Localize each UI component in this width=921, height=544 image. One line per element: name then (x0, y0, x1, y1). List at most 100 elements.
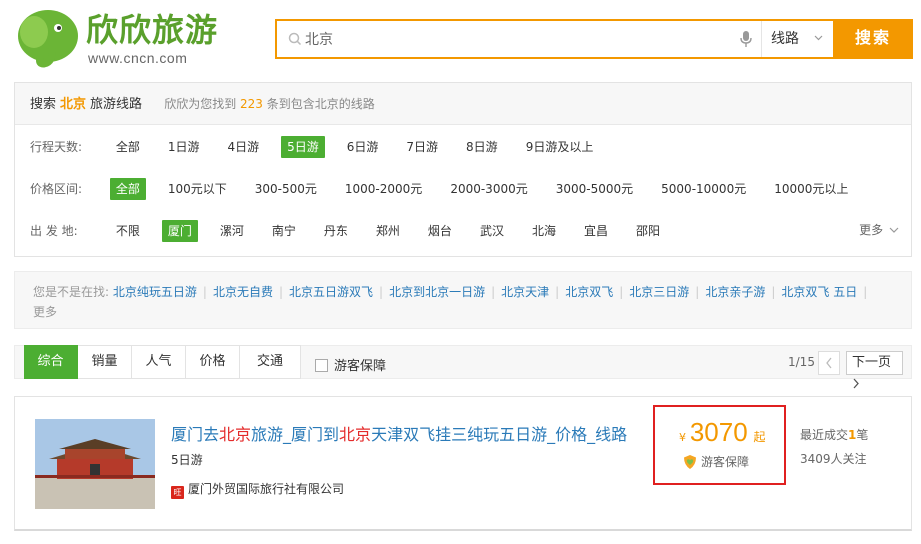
suggest-link[interactable]: 北京双飞 五日 (781, 285, 857, 299)
origin-filter-label: 出 发 地: (30, 224, 78, 238)
prev-page-button[interactable] (818, 351, 840, 375)
agency-link[interactable]: 旺厦门外贸国际旅行社有限公司 (171, 480, 344, 499)
origin-option-2[interactable]: 漯河 (214, 220, 250, 242)
search-bar: 线路 搜索 (275, 19, 913, 59)
suggest-link[interactable]: 北京五日游双飞 (289, 285, 373, 299)
title-keyword: 北京 (339, 425, 372, 444)
wang-badge-icon: 旺 (171, 486, 184, 499)
logo-url: www.cncn.com (88, 50, 188, 66)
checkbox-box[interactable] (315, 359, 328, 372)
chevron-down-icon (814, 35, 823, 41)
days-option-all[interactable]: 全部 (110, 136, 146, 158)
divider: | (202, 285, 207, 299)
sort-tab-popularity[interactable]: 人气 (132, 345, 186, 379)
origin-option-5[interactable]: 郑州 (370, 220, 406, 242)
origin-more-button[interactable]: 更多 (859, 221, 899, 238)
origin-option-6[interactable]: 烟台 (422, 220, 458, 242)
days-option-4[interactable]: 4日游 (221, 136, 265, 158)
recent-suffix: 笔 (856, 428, 869, 442)
sort-tab-price[interactable]: 价格 (186, 345, 240, 379)
search-type-label: 线路 (771, 31, 799, 47)
guarantee-label: 游客保障 (701, 455, 750, 469)
suggest-more-link[interactable]: 更多 (33, 305, 57, 319)
suggest-link[interactable]: 北京双飞 (565, 285, 613, 299)
origin-filter-row: 出 发 地: 不限 厦门 漯河 南宁 丹东 郑州 烟台 武汉 北海 宜昌 邵阳 (30, 220, 682, 242)
logo-text: 欣欣旅游 (86, 11, 219, 49)
sort-tab-sales[interactable]: 销量 (78, 345, 132, 379)
route-stats: 最近成交1笔 3409人关注 (800, 423, 868, 471)
currency-symbol: ¥ (679, 431, 686, 444)
sort-tab-transport[interactable]: 交通 (240, 345, 301, 379)
days-option-9plus[interactable]: 9日游及以上 (520, 136, 600, 158)
sort-tab-overall[interactable]: 综合 (24, 345, 78, 379)
price-value: 3070 (689, 417, 748, 447)
price-option-all[interactable]: 全部 (109, 178, 146, 200)
divider: | (491, 285, 496, 299)
price-option-4[interactable]: 2000-3000元 (444, 178, 533, 200)
price: ¥ 3070 起 (679, 417, 766, 448)
days-filter-row: 行程天数: 全部 1日游 4日游 5日游 6日游 7日游 8日游 9日游及以上 (30, 136, 615, 158)
next-page-label: 下一页 (852, 355, 892, 370)
price-option-2[interactable]: 300-500元 (249, 178, 323, 200)
days-option-5[interactable]: 5日游 (281, 136, 325, 158)
origin-option-any[interactable]: 不限 (110, 220, 146, 242)
suggest-link[interactable]: 北京三日游 (629, 285, 689, 299)
chevron-right-icon (853, 378, 859, 389)
divider: | (555, 285, 560, 299)
origin-option-4[interactable]: 丹东 (318, 220, 354, 242)
sort-bar: 综合 销量 人气 价格 交通 游客保障 1/15 下一页 (14, 345, 912, 389)
price-option-3[interactable]: 1000-2000元 (339, 178, 428, 200)
route-days: 5日游 (171, 453, 203, 467)
result-suffix: 条到包含北京的线路 (266, 97, 375, 111)
divider: | (278, 285, 283, 299)
price-option-1[interactable]: 100元以下 (162, 178, 233, 200)
divider: | (695, 285, 700, 299)
price-suffix: 起 (753, 430, 766, 444)
days-option-7[interactable]: 7日游 (400, 136, 444, 158)
route-thumbnail[interactable] (35, 419, 155, 509)
origin-option-3[interactable]: 南宁 (266, 220, 302, 242)
route-title-link[interactable]: 厦门去北京旅游_厦门到北京天津双飞挂三纯玩五日游_价格_线路 (171, 421, 627, 445)
agency-name: 厦门外贸国际旅行社有限公司 (188, 482, 345, 496)
shield-heart-icon (684, 455, 696, 469)
site-logo[interactable]: 欣欣旅游 www.cncn.com (14, 6, 234, 68)
filter-head-keyword: 北京 (60, 97, 87, 112)
suggest-link[interactable]: 北京到北京一日游 (389, 285, 485, 299)
title-part: 天津双飞挂三纯玩五日游_价格_线路 (371, 425, 628, 444)
price-filter-label: 价格区间: (30, 182, 83, 196)
search-type-select[interactable]: 线路 (761, 21, 831, 57)
tiananmen-image-icon (35, 419, 155, 509)
next-page-button[interactable]: 下一页 (846, 351, 903, 389)
filter-head-prefix: 搜索 (30, 97, 57, 112)
microphone-icon[interactable] (739, 30, 753, 48)
suggest-link[interactable]: 北京纯玩五日游 (113, 285, 197, 299)
recent-prefix: 最近成交 (800, 428, 849, 442)
search-input[interactable] (305, 21, 745, 57)
days-option-8[interactable]: 8日游 (460, 136, 504, 158)
origin-option-8[interactable]: 北海 (526, 220, 562, 242)
search-icon (288, 32, 302, 46)
days-option-6[interactable]: 6日游 (341, 136, 385, 158)
title-part: 厦门去 (171, 425, 220, 444)
chevron-left-icon (826, 357, 832, 369)
suggest-link[interactable]: 北京无自费 (213, 285, 273, 299)
origin-option-7[interactable]: 武汉 (474, 220, 510, 242)
origin-option-xiamen[interactable]: 厦门 (161, 220, 198, 242)
result-summary: 欣欣为您找到 223 条到包含北京的线路 (164, 97, 375, 111)
divider: | (379, 285, 384, 299)
origin-option-10[interactable]: 邵阳 (630, 220, 666, 242)
search-button[interactable]: 搜索 (833, 19, 913, 59)
filter-panel: 搜索 北京 旅游线路 欣欣为您找到 223 条到包含北京的线路 行程天数: 全部 1日… (14, 82, 912, 257)
price-option-7[interactable]: 10000元以上 (768, 178, 854, 200)
guarantee-checkbox[interactable]: 游客保障 (315, 355, 386, 374)
days-option-1[interactable]: 1日游 (162, 136, 206, 158)
result-prefix: 欣欣为您找到 (164, 97, 237, 111)
suggest-link[interactable]: 北京亲子游 (705, 285, 765, 299)
price-option-5[interactable]: 3000-5000元 (550, 178, 639, 200)
title-part: 旅游_厦门到 (251, 425, 340, 444)
suggest-link[interactable]: 北京天津 (501, 285, 549, 299)
price-option-6[interactable]: 5000-10000元 (655, 178, 752, 200)
suggestion-box: 您是不是在找: 北京纯玩五日游 | 北京无自费 | 北京五日游双飞 | 北京到北京一日游 | 北… (14, 271, 912, 329)
price-box: ¥ 3070 起 游客保障 (653, 405, 786, 485)
origin-option-9[interactable]: 宜昌 (578, 220, 614, 242)
